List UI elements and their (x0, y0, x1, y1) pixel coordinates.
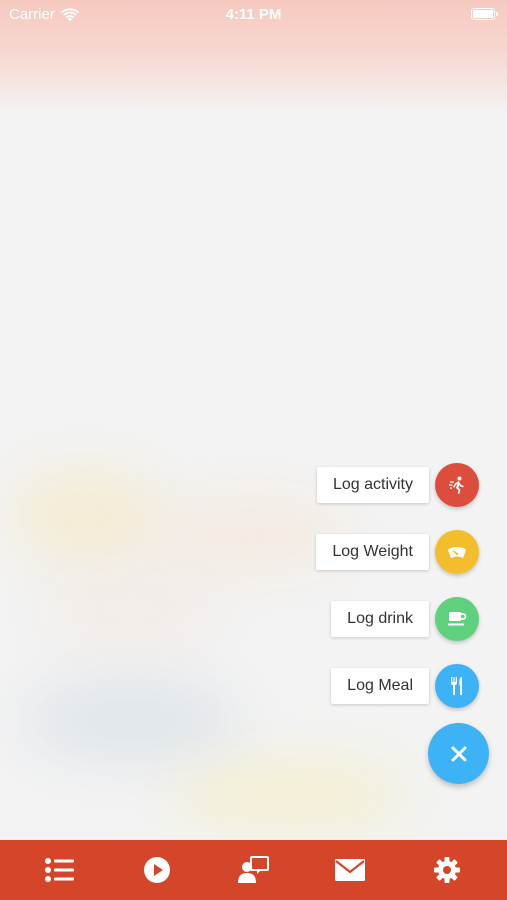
log-activity-button[interactable] (435, 463, 479, 507)
tab-list[interactable] (30, 845, 90, 895)
close-icon (451, 746, 466, 761)
app-screen: Carrier 4:11 PM Log activity Log Weight (0, 0, 507, 900)
log-meal-button[interactable] (435, 664, 479, 708)
log-weight-button[interactable] (435, 530, 479, 574)
tab-settings[interactable] (417, 845, 477, 895)
log-activity-label[interactable]: Log activity (316, 467, 429, 503)
fab-row-log-meal: Log Meal (331, 664, 479, 708)
tab-play[interactable] (127, 845, 187, 895)
status-time: 4:11 PM (225, 6, 282, 23)
fab-row-log-weight: Log Weight (316, 530, 479, 574)
tab-contact[interactable] (223, 845, 283, 895)
fab-row-log-drink: Log drink (331, 597, 479, 641)
log-meal-label[interactable]: Log Meal (331, 668, 429, 704)
log-drink-label[interactable]: Log drink (331, 601, 429, 637)
tab-mail[interactable] (320, 845, 380, 895)
fab-row-log-activity: Log activity (316, 463, 479, 507)
list-icon (45, 858, 75, 882)
gear-icon (433, 857, 460, 883)
play-icon (143, 857, 170, 883)
scale-icon (448, 547, 466, 558)
log-weight-label[interactable]: Log Weight (316, 534, 429, 570)
battery-icon (471, 8, 498, 20)
bottom-tab-bar (0, 840, 507, 900)
log-drink-button[interactable] (435, 597, 479, 641)
contact-icon (238, 856, 270, 883)
fork-knife-icon (451, 677, 462, 695)
mail-icon (335, 859, 366, 881)
running-person-icon (449, 476, 464, 494)
status-bar: Carrier 4:11 PM (0, 0, 507, 30)
fab-close-button[interactable] (428, 723, 489, 784)
coffee-cup-icon (448, 612, 467, 626)
